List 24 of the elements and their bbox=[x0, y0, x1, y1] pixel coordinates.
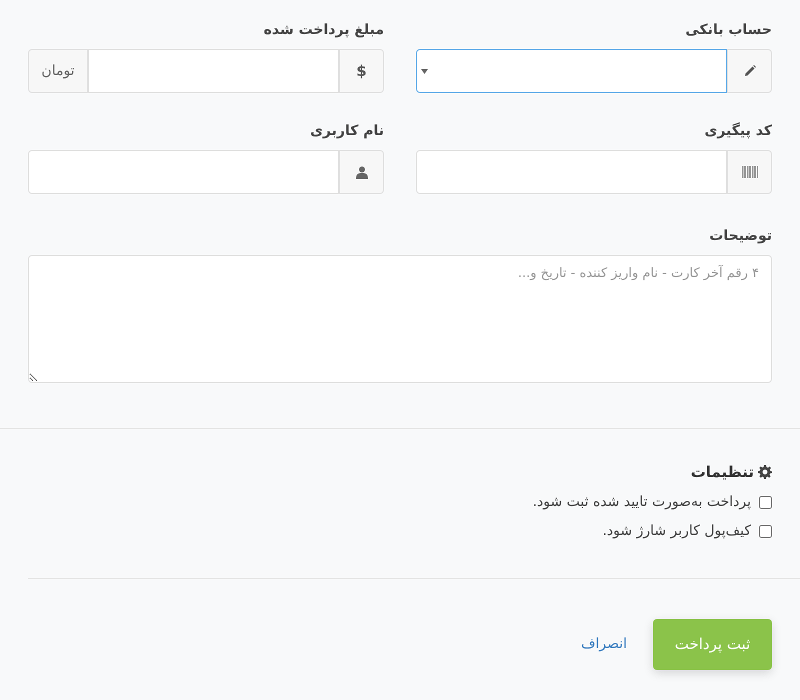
cancel-link[interactable]: انصراف bbox=[580, 634, 627, 654]
field-label: مبلغ پرداخت شده bbox=[262, 21, 384, 40]
input-field[interactable] bbox=[28, 150, 339, 194]
caret-icon bbox=[421, 68, 428, 74]
submit-button[interactable]: ثبت پرداخت bbox=[653, 618, 772, 670]
field-label: حساب بانکی bbox=[684, 21, 772, 40]
settings-title: تنظیمات bbox=[690, 462, 754, 483]
gear-icon bbox=[758, 465, 772, 480]
description-field[interactable]: ۴ رقم آخر کارت - نام واریز کننده - تاریخ و... bbox=[28, 255, 772, 383]
pencil-icon bbox=[742, 64, 756, 78]
checkbox[interactable] bbox=[759, 496, 772, 508]
dollar-icon: $ bbox=[356, 60, 367, 82]
field-label: توضیحات bbox=[708, 227, 772, 246]
option-label: کیف‌پول کاربر شارژ شود. bbox=[602, 522, 751, 540]
field-label: کد پیگیری bbox=[704, 121, 772, 141]
option-label: پرداخت به‌صورت تایید شده ثبت شود. bbox=[532, 492, 751, 512]
barcode-icon bbox=[742, 166, 758, 178]
input-field[interactable] bbox=[416, 150, 727, 194]
field-label: نام کاربری bbox=[309, 122, 384, 141]
currency-addon: تومان bbox=[28, 49, 88, 93]
checkbox[interactable] bbox=[759, 524, 772, 538]
input-field[interactable] bbox=[88, 49, 339, 93]
select-field[interactable] bbox=[416, 49, 727, 93]
user-icon bbox=[356, 166, 368, 178]
